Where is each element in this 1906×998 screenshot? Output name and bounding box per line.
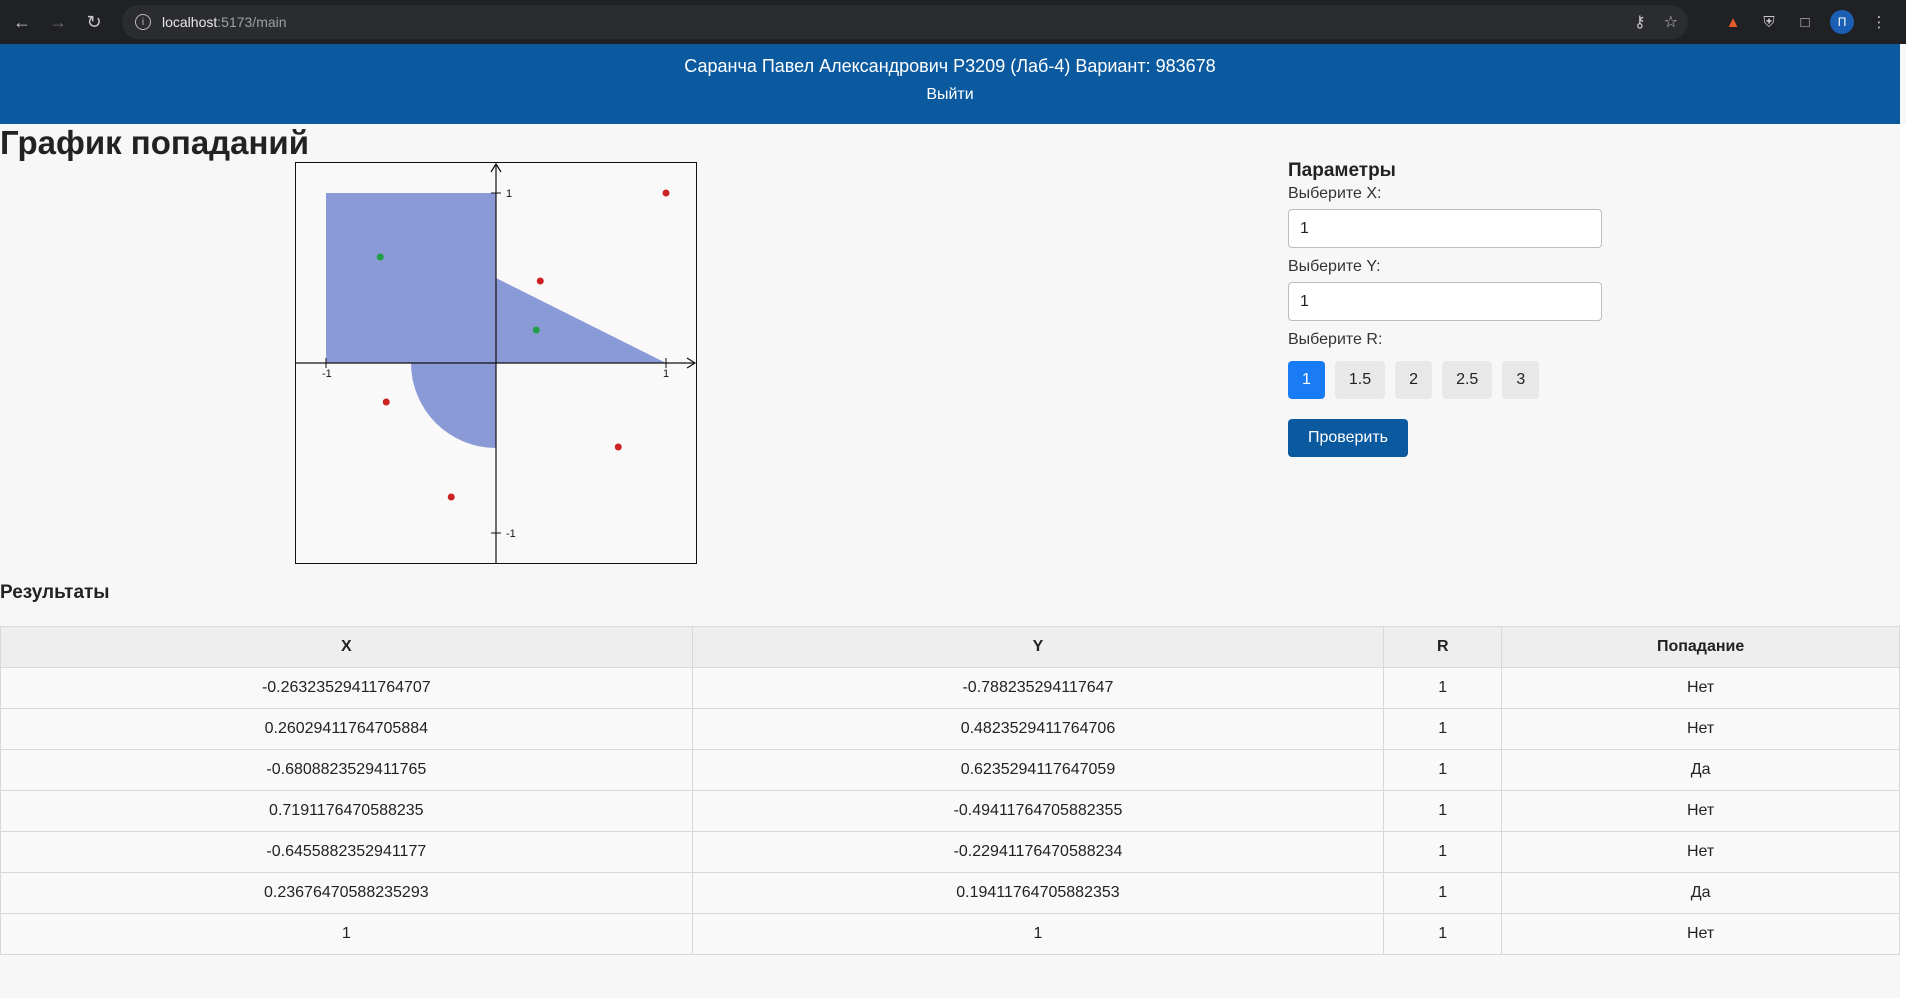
url-text[interactable]: localhost:5173/main <box>162 14 287 30</box>
menu-kebab-icon[interactable]: ⋮ <box>1868 11 1890 33</box>
table-row: 0.26029411764705884 0.4823529411764706 1… <box>0 708 1900 750</box>
cell-r: 1 <box>1383 872 1503 914</box>
cell-y: 0.4823529411764706 <box>691 708 1385 750</box>
browser-toolbar: ← → ↻ i localhost:5173/main ⚷ ☆ ▲ ⛨ □ П … <box>0 0 1906 44</box>
cell-hit: Да <box>1501 749 1900 791</box>
results-title: Результаты <box>0 582 110 603</box>
cell-y: 0.6235294117647059 <box>691 749 1385 791</box>
plot-point <box>447 493 455 501</box>
cell-hit: Нет <box>1501 831 1900 873</box>
area-rectangle <box>326 193 496 363</box>
table-row: -0.6455882352941177 -0.22941176470588234… <box>0 831 1900 873</box>
r-label: Выберите R: <box>1288 331 1383 348</box>
reload-icon[interactable]: ↻ <box>76 4 112 40</box>
params-title: Параметры <box>1288 160 1396 181</box>
column-header-y: Y <box>691 626 1385 668</box>
tick-label-x-pos: 1 <box>663 368 669 380</box>
cell-x: -0.6455882352941177 <box>0 831 693 873</box>
column-header-hit: Попадание <box>1501 626 1900 668</box>
results-table: X Y R Попадание -0.26323529411764707 -0.… <box>0 626 1900 955</box>
table-row: 1 1 1 Нет <box>0 913 1900 955</box>
plot-point <box>532 326 540 334</box>
cell-r: 1 <box>1383 913 1503 955</box>
cell-x: 0.7191176470588235 <box>0 790 693 832</box>
cell-y: -0.49411764705882355 <box>691 790 1385 832</box>
site-info-icon[interactable]: i <box>135 14 151 30</box>
address-bar[interactable]: i localhost:5173/main ⚷ ☆ <box>122 5 1688 39</box>
plot-point <box>382 398 390 406</box>
r-option-2[interactable]: 2 <box>1395 361 1433 399</box>
cell-y: -0.22941176470588234 <box>691 831 1385 873</box>
r-option-2.5[interactable]: 2.5 <box>1442 361 1493 399</box>
cell-y: 0.19411764705882353 <box>691 872 1385 914</box>
cell-y: -0.788235294117647 <box>691 667 1385 709</box>
params-panel: Параметры Выберите X: Выберите Y: Выбери… <box>1288 160 1608 457</box>
page-title: График попаданий <box>0 124 309 161</box>
table-row: 0.7191176470588235 -0.49411764705882355 … <box>0 790 1900 832</box>
r-option-1[interactable]: 1 <box>1288 361 1325 399</box>
table-row: 0.23676470588235293 0.19411764705882353 … <box>0 872 1900 914</box>
key-icon[interactable]: ⚷ <box>1634 12 1646 32</box>
cell-x: 1 <box>0 913 693 955</box>
back-icon[interactable]: ← <box>4 4 40 40</box>
cell-x: 0.23676470588235293 <box>0 872 693 914</box>
cell-y: 1 <box>691 913 1385 955</box>
header-title: Саранча Павел Александрович P3209 (Лаб-4… <box>684 56 1216 76</box>
cell-r: 1 <box>1383 708 1503 750</box>
plot-point <box>614 443 622 451</box>
app-header: Саранча Павел Александрович P3209 (Лаб-4… <box>0 44 1900 124</box>
cell-hit: Нет <box>1501 790 1900 832</box>
extension-flame-icon[interactable]: ▲ <box>1722 11 1744 33</box>
x-label: Выберите X: <box>1288 185 1382 202</box>
url-path: :5173/main <box>217 14 287 30</box>
r-option-3[interactable]: 3 <box>1502 361 1540 399</box>
tick-label-y-pos: 1 <box>506 188 512 200</box>
y-label: Выберите Y: <box>1288 258 1381 275</box>
cell-x: -0.6808823529411765 <box>0 749 693 791</box>
profile-avatar[interactable]: П <box>1830 10 1854 34</box>
table-row: -0.6808823529411765 0.6235294117647059 1… <box>0 749 1900 791</box>
r-button-group: 1 1.5 2 2.5 3 <box>1288 361 1608 399</box>
cell-r: 1 <box>1383 831 1503 873</box>
table-row: -0.26323529411764707 -0.788235294117647 … <box>0 667 1900 709</box>
column-header-r: R <box>1383 626 1503 668</box>
cell-r: 1 <box>1383 790 1503 832</box>
graph-canvas[interactable]: -1 1 1 -1 <box>295 162 697 564</box>
cell-x: 0.26029411764705884 <box>0 708 693 750</box>
plot-point <box>376 253 384 261</box>
forward-icon[interactable]: → <box>40 4 76 40</box>
cell-hit: Да <box>1501 872 1900 914</box>
cell-r: 1 <box>1383 749 1503 791</box>
tick-label-y-neg: -1 <box>506 528 516 540</box>
logout-link[interactable]: Выйти <box>0 86 1900 104</box>
check-button[interactable]: Проверить <box>1288 419 1409 457</box>
cell-hit: Нет <box>1501 913 1900 955</box>
y-input[interactable] <box>1288 282 1602 321</box>
url-host: localhost <box>162 14 218 30</box>
cell-r: 1 <box>1383 667 1503 709</box>
page-scrollbar[interactable] <box>1900 124 1906 998</box>
hit-graph[interactable]: -1 1 1 -1 <box>295 162 697 564</box>
bookmark-star-icon[interactable]: ☆ <box>1664 12 1678 32</box>
extension-shield-icon[interactable]: ⛨ <box>1758 11 1780 33</box>
cell-hit: Нет <box>1501 667 1900 709</box>
cell-hit: Нет <box>1501 708 1900 750</box>
x-input[interactable] <box>1288 209 1602 248</box>
tick-label-x-neg: -1 <box>322 368 332 380</box>
extensions-puzzle-icon[interactable]: □ <box>1794 11 1816 33</box>
r-option-1.5[interactable]: 1.5 <box>1334 361 1386 399</box>
plot-point <box>662 189 670 197</box>
table-header-row: X Y R Попадание <box>0 626 1900 668</box>
cell-x: -0.26323529411764707 <box>0 667 693 709</box>
plot-point <box>536 277 544 285</box>
column-header-x: X <box>0 626 693 668</box>
